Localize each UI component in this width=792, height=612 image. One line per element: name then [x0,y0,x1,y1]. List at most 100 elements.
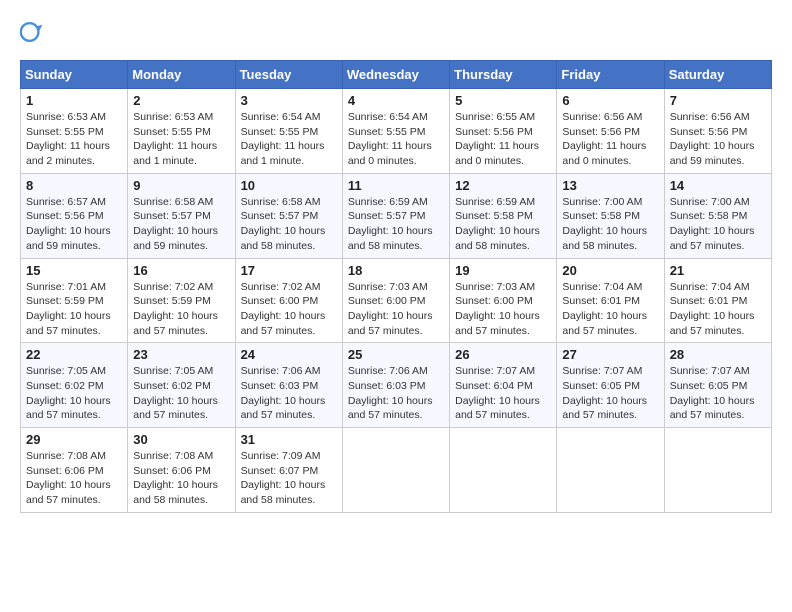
day-number: 4 [348,93,444,108]
day-number: 31 [241,432,337,447]
day-info: Sunrise: 7:00 AMSunset: 5:58 PMDaylight:… [562,195,658,254]
day-cell-15: 15 Sunrise: 7:01 AMSunset: 5:59 PMDayligh… [21,258,128,343]
day-number: 17 [241,263,337,278]
day-number: 22 [26,347,122,362]
day-info: Sunrise: 7:03 AMSunset: 6:00 PMDaylight:… [348,280,444,339]
day-number: 30 [133,432,229,447]
day-info: Sunrise: 6:56 AMSunset: 5:56 PMDaylight:… [670,110,766,169]
header-monday: Monday [128,61,235,89]
day-info: Sunrise: 7:03 AMSunset: 6:00 PMDaylight:… [455,280,551,339]
calendar-header-row: SundayMondayTuesdayWednesdayThursdayFrid… [21,61,772,89]
day-number: 11 [348,178,444,193]
day-info: Sunrise: 6:58 AMSunset: 5:57 PMDaylight:… [241,195,337,254]
day-number: 28 [670,347,766,362]
day-number: 8 [26,178,122,193]
header-thursday: Thursday [450,61,557,89]
day-info: Sunrise: 7:08 AMSunset: 6:06 PMDaylight:… [26,449,122,508]
week-row-4: 22 Sunrise: 7:05 AMSunset: 6:02 PMDayligh… [21,343,772,428]
day-cell-21: 21 Sunrise: 7:04 AMSunset: 6:01 PMDayligh… [664,258,771,343]
day-cell-4: 4 Sunrise: 6:54 AMSunset: 5:55 PMDaylight… [342,89,449,174]
day-cell-20: 20 Sunrise: 7:04 AMSunset: 6:01 PMDayligh… [557,258,664,343]
header-wednesday: Wednesday [342,61,449,89]
day-number: 18 [348,263,444,278]
day-info: Sunrise: 6:53 AMSunset: 5:55 PMDaylight:… [133,110,229,169]
day-number: 25 [348,347,444,362]
week-row-2: 8 Sunrise: 6:57 AMSunset: 5:56 PMDaylight… [21,173,772,258]
day-cell-24: 24 Sunrise: 7:06 AMSunset: 6:03 PMDayligh… [235,343,342,428]
day-number: 27 [562,347,658,362]
day-info: Sunrise: 6:53 AMSunset: 5:55 PMDaylight:… [26,110,122,169]
day-info: Sunrise: 6:55 AMSunset: 5:56 PMDaylight:… [455,110,551,169]
header-tuesday: Tuesday [235,61,342,89]
day-info: Sunrise: 7:07 AMSunset: 6:04 PMDaylight:… [455,364,551,423]
day-cell-25: 25Sunrise: 7:06 AMSunset: 6:03 PMDayligh… [342,343,449,428]
day-cell-11: 11 Sunrise: 6:59 AMSunset: 5:57 PMDayligh… [342,173,449,258]
day-number: 1 [26,93,122,108]
logo [20,20,48,44]
day-info: Sunrise: 7:07 AMSunset: 6:05 PMDaylight:… [670,364,766,423]
day-info: Sunrise: 7:09 AMSunset: 6:07 PMDaylight:… [241,449,337,508]
day-info: Sunrise: 7:04 AMSunset: 6:01 PMDaylight:… [670,280,766,339]
day-number: 15 [26,263,122,278]
day-cell-17: 17 Sunrise: 7:02 AMSunset: 6:00 PMDayligh… [235,258,342,343]
day-info: Sunrise: 7:05 AMSunset: 6:02 PMDaylight:… [133,364,229,423]
empty-cell [342,428,449,513]
day-cell-16: 16Sunrise: 7:02 AMSunset: 5:59 PMDayligh… [128,258,235,343]
day-info: Sunrise: 7:02 AMSunset: 6:00 PMDaylight:… [241,280,337,339]
day-cell-7: 7 Sunrise: 6:56 AMSunset: 5:56 PMDaylight… [664,89,771,174]
empty-cell [664,428,771,513]
day-cell-3: 3Sunrise: 6:54 AMSunset: 5:55 PMDaylight… [235,89,342,174]
day-number: 26 [455,347,551,362]
week-row-5: 29 Sunrise: 7:08 AMSunset: 6:06 PMDayligh… [21,428,772,513]
header-friday: Friday [557,61,664,89]
day-cell-26: 26 Sunrise: 7:07 AMSunset: 6:04 PMDayligh… [450,343,557,428]
empty-cell [557,428,664,513]
day-info: Sunrise: 7:08 AMSunset: 6:06 PMDaylight:… [133,449,229,508]
day-number: 6 [562,93,658,108]
day-number: 24 [241,347,337,362]
day-number: 20 [562,263,658,278]
day-cell-5: 5 Sunrise: 6:55 AMSunset: 5:56 PMDaylight… [450,89,557,174]
day-cell-31: 31 Sunrise: 7:09 AMSunset: 6:07 PMDayligh… [235,428,342,513]
day-info: Sunrise: 6:59 AMSunset: 5:57 PMDaylight:… [348,195,444,254]
day-cell-9: 9 Sunrise: 6:58 AMSunset: 5:57 PMDaylight… [128,173,235,258]
day-info: Sunrise: 6:56 AMSunset: 5:56 PMDaylight:… [562,110,658,169]
day-number: 9 [133,178,229,193]
day-cell-30: 30 Sunrise: 7:08 AMSunset: 6:06 PMDayligh… [128,428,235,513]
day-cell-19: 19Sunrise: 7:03 AMSunset: 6:00 PMDayligh… [450,258,557,343]
week-row-1: 1 Sunrise: 6:53 AMSunset: 5:55 PMDaylight… [21,89,772,174]
day-info: Sunrise: 7:04 AMSunset: 6:01 PMDaylight:… [562,280,658,339]
day-number: 23 [133,347,229,362]
day-cell-12: 12 Sunrise: 6:59 AMSunset: 5:58 PMDayligh… [450,173,557,258]
day-number: 13 [562,178,658,193]
day-cell-27: 27 Sunrise: 7:07 AMSunset: 6:05 PMDayligh… [557,343,664,428]
day-info: Sunrise: 6:58 AMSunset: 5:57 PMDaylight:… [133,195,229,254]
logo-icon [20,20,44,44]
day-cell-14: 14Sunrise: 7:00 AMSunset: 5:58 PMDayligh… [664,173,771,258]
day-info: Sunrise: 7:05 AMSunset: 6:02 PMDaylight:… [26,364,122,423]
day-info: Sunrise: 6:54 AMSunset: 5:55 PMDaylight:… [348,110,444,169]
header-sunday: Sunday [21,61,128,89]
day-cell-29: 29 Sunrise: 7:08 AMSunset: 6:06 PMDayligh… [21,428,128,513]
day-number: 12 [455,178,551,193]
day-number: 7 [670,93,766,108]
day-number: 5 [455,93,551,108]
day-cell-2: 2Sunrise: 6:53 AMSunset: 5:55 PMDaylight… [128,89,235,174]
empty-cell [450,428,557,513]
day-cell-23: 23 Sunrise: 7:05 AMSunset: 6:02 PMDayligh… [128,343,235,428]
day-cell-22: 22 Sunrise: 7:05 AMSunset: 6:02 PMDayligh… [21,343,128,428]
day-info: Sunrise: 6:57 AMSunset: 5:56 PMDaylight:… [26,195,122,254]
day-info: Sunrise: 7:07 AMSunset: 6:05 PMDaylight:… [562,364,658,423]
day-cell-28: 28 Sunrise: 7:07 AMSunset: 6:05 PMDayligh… [664,343,771,428]
day-info: Sunrise: 7:01 AMSunset: 5:59 PMDaylight:… [26,280,122,339]
day-info: Sunrise: 7:06 AMSunset: 6:03 PMDaylight:… [241,364,337,423]
day-number: 16 [133,263,229,278]
header-saturday: Saturday [664,61,771,89]
day-cell-18: 18 Sunrise: 7:03 AMSunset: 6:00 PMDayligh… [342,258,449,343]
day-number: 29 [26,432,122,447]
day-info: Sunrise: 6:54 AMSunset: 5:55 PMDaylight:… [241,110,337,169]
day-number: 21 [670,263,766,278]
day-cell-6: 6 Sunrise: 6:56 AMSunset: 5:56 PMDaylight… [557,89,664,174]
day-cell-10: 10Sunrise: 6:58 AMSunset: 5:57 PMDayligh… [235,173,342,258]
day-info: Sunrise: 6:59 AMSunset: 5:58 PMDaylight:… [455,195,551,254]
